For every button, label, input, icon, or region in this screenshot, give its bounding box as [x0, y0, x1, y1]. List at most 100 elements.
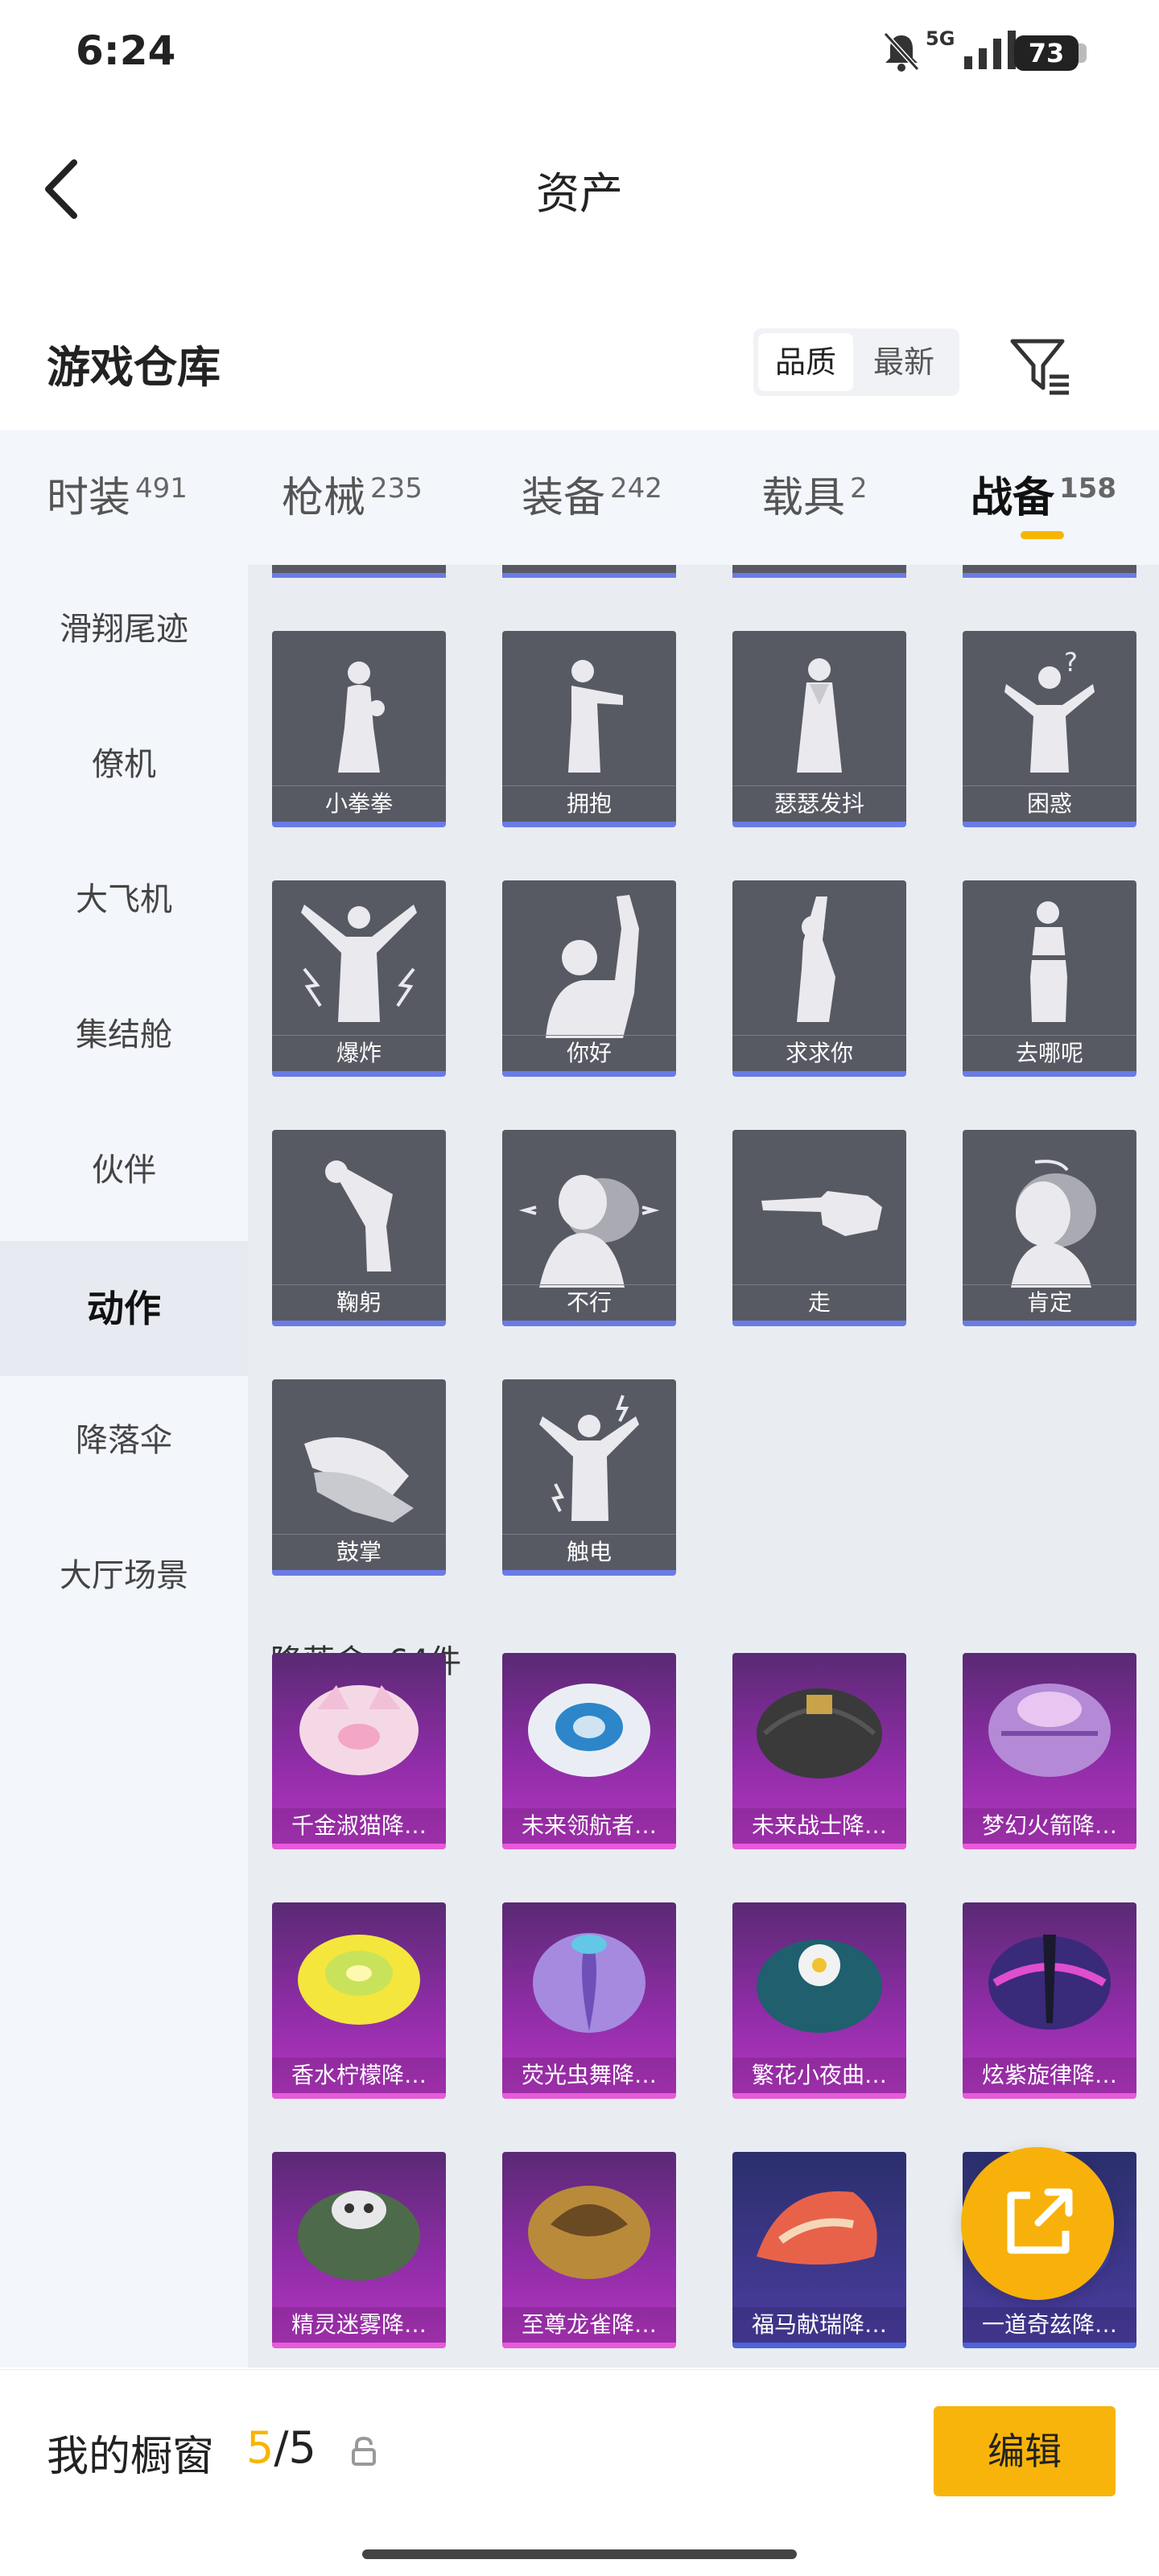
parachute-card[interactable]: 繁花小夜曲…	[732, 1902, 906, 2099]
battery-tip	[1079, 43, 1087, 63]
edit-button[interactable]: 编辑	[934, 2406, 1116, 2496]
emote-label: 触电	[502, 1534, 676, 1570]
emote-card[interactable]: 肯定	[963, 1130, 1136, 1326]
showcase-current: 5	[246, 2422, 274, 2473]
tab-label: 载具	[761, 474, 846, 522]
side-menu: 滑翔尾迹 僚机 大飞机 集结舱 伙伴 动作 降落伞 大厅场景	[0, 565, 248, 2368]
emote-label: 不行	[502, 1284, 676, 1321]
tab-count: 491	[135, 472, 188, 505]
parachute-icon	[298, 1935, 420, 2025]
tab-label: 装备	[522, 474, 606, 522]
bell-muted-icon	[883, 31, 920, 72]
side-item-emotes[interactable]: 动作	[0, 1241, 248, 1376]
emote-card[interactable]: 瑟瑟发抖	[732, 631, 906, 827]
side-item-lobby-scene[interactable]: 大厅场景	[0, 1511, 248, 1640]
side-item-partner[interactable]: 伙伴	[0, 1106, 248, 1234]
tab-label: 枪械	[282, 474, 366, 522]
showcase-total: /5	[274, 2422, 316, 2473]
parachute-label: 至尊龙雀降…	[502, 2307, 676, 2343]
parachute-card[interactable]: 未来战士降…	[732, 1653, 906, 1849]
tab-count: 242	[610, 472, 662, 505]
parachute-label: 精灵迷雾降…	[272, 2307, 446, 2343]
parachute-card[interactable]: 精灵迷雾降…	[272, 2152, 446, 2348]
emote-card[interactable]: 鼓掌	[272, 1379, 446, 1576]
side-item-pod[interactable]: 集结舱	[0, 971, 248, 1099]
parachute-label: 荧光虫舞降…	[502, 2058, 676, 2093]
parachute-icon	[299, 1685, 419, 1775]
emote-card[interactable]: 小拳拳	[272, 631, 446, 827]
status-time: 6:24	[76, 27, 176, 74]
emote-card[interactable]: 鞠躬	[272, 1130, 446, 1326]
card-partial	[272, 565, 446, 578]
filter-button[interactable]	[1004, 330, 1077, 402]
emote-label: 肯定	[963, 1284, 1136, 1321]
emote-figure-icon	[568, 660, 623, 773]
parachute-icon	[757, 2191, 877, 2265]
parachute-label: 梦幻火箭降…	[963, 1808, 1136, 1844]
tab-vehicles[interactable]: 载具 2	[761, 464, 868, 524]
emote-figure-icon	[797, 896, 835, 1022]
emote-card[interactable]: 走	[732, 1130, 906, 1326]
emote-label: 求求你	[732, 1035, 906, 1071]
side-item-big-plane[interactable]: 大飞机	[0, 835, 248, 964]
sort-toggle: 品质 最新	[753, 328, 959, 396]
parachute-label: 香水柠檬降…	[272, 2058, 446, 2093]
svg-text:?: ?	[1064, 647, 1078, 678]
parachute-label: 炫紫旋律降…	[963, 2058, 1136, 2093]
parachute-card[interactable]: 炫紫旋律降…	[963, 1902, 1136, 2099]
emote-label: 你好	[502, 1035, 676, 1071]
parachute-card[interactable]: 梦幻火箭降…	[963, 1653, 1136, 1849]
emote-figure-icon	[539, 1395, 639, 1521]
emote-card[interactable]: ? 困惑	[963, 631, 1136, 827]
sort-quality-button[interactable]: 品质	[758, 333, 853, 391]
share-button[interactable]	[961, 2147, 1114, 2300]
parachute-card[interactable]: 千金淑猫降…	[272, 1653, 446, 1849]
tab-gear[interactable]: 战备 158	[971, 464, 1116, 524]
parachute-label: 一道奇兹降…	[963, 2307, 1136, 2343]
battery-icon: 73	[1014, 35, 1079, 71]
lock-icon	[349, 2435, 378, 2467]
parachute-icon	[757, 1688, 882, 1778]
tab-count: 158	[1059, 472, 1116, 505]
active-tab-indicator	[1021, 531, 1064, 539]
emote-card[interactable]: 求求你	[732, 880, 906, 1077]
filter-icon	[1010, 339, 1069, 395]
tab-weapons[interactable]: 枪械 235	[282, 464, 423, 524]
pointing-hand-icon	[761, 1191, 882, 1236]
emote-card[interactable]: 不行	[502, 1130, 676, 1326]
item-grid: 小拳拳 拥抱 瑟瑟发抖 ? 困惑 爆炸 你好 求求你 去哪呢 鞠躬 不行 走 肯…	[248, 565, 1159, 2368]
side-item-wingman[interactable]: 僚机	[0, 700, 248, 829]
parachute-card[interactable]: 荧光虫舞降…	[502, 1902, 676, 2099]
parachute-card[interactable]: 未来领航者…	[502, 1653, 676, 1849]
share-icon	[1007, 2188, 1073, 2254]
page-title: 资产	[536, 168, 623, 219]
side-item-parachute[interactable]: 降落伞	[0, 1376, 248, 1505]
parachute-label: 未来领航者…	[502, 1808, 676, 1844]
emote-label: 困惑	[963, 785, 1136, 822]
tab-fashion[interactable]: 时装 491	[47, 464, 188, 524]
emote-figure-icon	[797, 658, 842, 773]
emote-label: 爆炸	[272, 1035, 446, 1071]
emote-figure-icon: ?	[1004, 647, 1095, 773]
emote-card[interactable]: 触电	[502, 1379, 676, 1576]
card-partial	[732, 565, 906, 578]
emote-figure-icon	[301, 905, 417, 1022]
sort-latest-button[interactable]: 最新	[853, 333, 955, 391]
parachute-card[interactable]: 香水柠檬降…	[272, 1902, 446, 2099]
side-item-glide-trail[interactable]: 滑翔尾迹	[0, 565, 248, 694]
parachute-icon	[988, 1684, 1111, 1777]
emote-card[interactable]: 你好	[502, 880, 676, 1077]
emote-label: 鞠躬	[272, 1284, 446, 1321]
parachute-card[interactable]: 福马献瑞降…	[732, 2152, 906, 2348]
emote-figure-icon	[518, 1175, 660, 1288]
emote-card[interactable]: 去哪呢	[963, 880, 1136, 1077]
parachute-label: 未来战士降…	[732, 1808, 906, 1844]
emote-label: 小拳拳	[272, 785, 446, 822]
parachute-icon	[528, 1684, 650, 1777]
parachute-icon	[298, 2191, 420, 2281]
parachute-card[interactable]: 至尊龙雀降…	[502, 2152, 676, 2348]
tab-equipment[interactable]: 装备 242	[522, 464, 662, 524]
emote-card[interactable]: 爆炸	[272, 880, 446, 1077]
emote-label: 走	[732, 1284, 906, 1321]
emote-card[interactable]: 拥抱	[502, 631, 676, 827]
